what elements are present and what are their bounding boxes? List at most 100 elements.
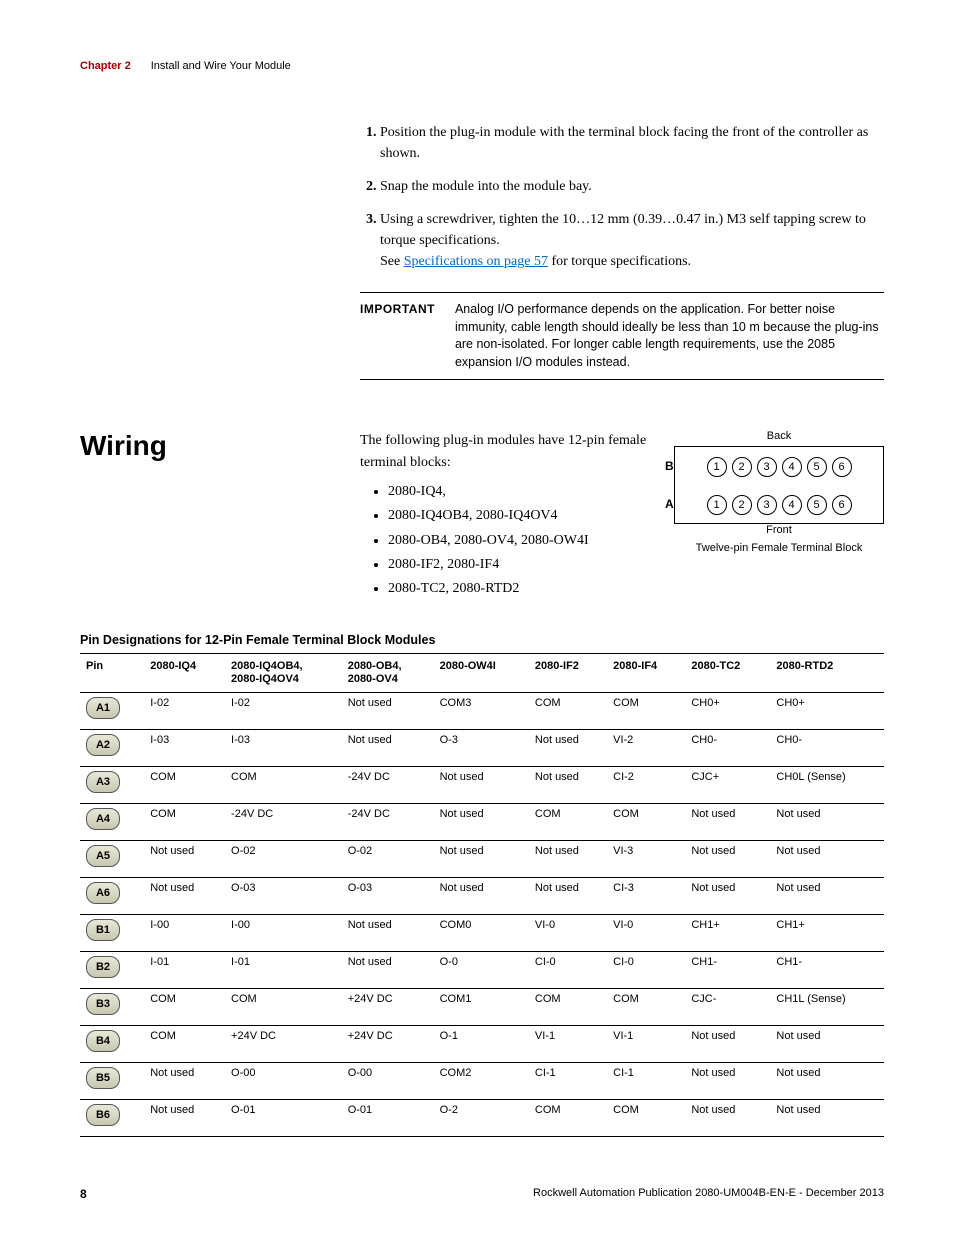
value-cell: CH1L (Sense) [770,989,884,1026]
pin-pill: B3 [86,993,120,1015]
value-cell: Not used [770,878,884,915]
value-cell: I-02 [144,693,225,730]
pin-circle: 6 [832,457,852,477]
value-cell: Not used [685,1026,770,1063]
value-cell: CI-0 [529,952,607,989]
pin-cell: B2 [80,952,144,989]
pin-cell: A5 [80,841,144,878]
table-header: 2080-IF4 [607,653,685,692]
value-cell: COM [607,693,685,730]
value-cell: Not used [685,1100,770,1137]
table-header: 2080-TC2 [685,653,770,692]
wiring-intro: The following plug-in modules have 12-pi… [360,430,654,475]
pin-cell: A1 [80,693,144,730]
value-cell: Not used [144,841,225,878]
table-header: 2080-IQ4OB4,2080-IQ4OV4 [225,653,342,692]
table-row: B6Not usedO-01O-01O-2COMCOMNot usedNot u… [80,1100,884,1137]
value-cell: CH1+ [770,915,884,952]
value-cell: Not used [144,878,225,915]
value-cell: -24V DC [342,804,434,841]
value-cell: COM [144,804,225,841]
pin-circle: 2 [732,495,752,515]
page-header: Chapter 2 Install and Wire Your Module [80,60,884,72]
pin-pill: B2 [86,956,120,978]
value-cell: VI-1 [607,1026,685,1063]
pin-circle: 3 [757,457,777,477]
value-cell: VI-0 [607,915,685,952]
value-cell: Not used [529,878,607,915]
value-cell: COM [225,989,342,1026]
table-header: 2080-IF2 [529,653,607,692]
value-cell: Not used [342,693,434,730]
value-cell: CH0+ [685,693,770,730]
value-cell: Not used [770,804,884,841]
table-header: 2080-RTD2 [770,653,884,692]
value-cell: COM [529,693,607,730]
pin-cell: B3 [80,989,144,1026]
pin-pill: A3 [86,771,120,793]
see-suffix: for torque specifications. [548,254,691,269]
pin-circle: 6 [832,495,852,515]
table-row: A5Not usedO-02O-02Not usedNot usedVI-3No… [80,841,884,878]
value-cell: CJC+ [685,767,770,804]
value-cell: COM [607,804,685,841]
list-item: 2080-TC2, 2080-RTD2 [388,578,654,600]
value-cell: CH1+ [685,915,770,952]
tb-back-label: Back [674,430,884,442]
pin-circle: 1 [707,457,727,477]
value-cell: CH1- [770,952,884,989]
value-cell: Not used [685,841,770,878]
value-cell: CI-3 [607,878,685,915]
value-cell: CH0- [770,730,884,767]
chapter-label: Chapter 2 [80,60,131,72]
value-cell: CI-1 [529,1063,607,1100]
list-item: 2080-IQ4OB4, 2080-IQ4OV4 [388,505,654,527]
row-label-b: B [665,459,674,473]
step-1: Position the plug-in module with the ter… [380,122,884,164]
value-cell: COM [144,1026,225,1063]
value-cell: Not used [144,1100,225,1137]
value-cell: O-01 [225,1100,342,1137]
value-cell: CJC- [685,989,770,1026]
value-cell: COM [144,767,225,804]
pin-pill: A2 [86,734,120,756]
value-cell: Not used [434,841,529,878]
see-prefix: See [380,254,404,269]
table-row: B4COM+24V DC+24V DCO-1VI-1VI-1Not usedNo… [80,1026,884,1063]
value-cell: Not used [342,730,434,767]
table-header: 2080-IQ4 [144,653,225,692]
instructions-block: Position the plug-in module with the ter… [360,122,884,272]
value-cell: COM3 [434,693,529,730]
value-cell: O-2 [434,1100,529,1137]
pin-circle: 5 [807,457,827,477]
value-cell: Not used [144,1063,225,1100]
value-cell: Not used [342,952,434,989]
pin-cell: A6 [80,878,144,915]
value-cell: O-00 [225,1063,342,1100]
wiring-heading: Wiring [80,430,340,603]
value-cell: COM1 [434,989,529,1026]
pin-circle: 4 [782,457,802,477]
value-cell: O-1 [434,1026,529,1063]
table-row: A1I-02I-02Not usedCOM3COMCOMCH0+CH0+ [80,693,884,730]
value-cell: O-02 [225,841,342,878]
page-footer: 8 Rockwell Automation Publication 2080-U… [80,1187,884,1201]
pin-pill: A6 [86,882,120,904]
value-cell: Not used [529,841,607,878]
value-cell: I-03 [225,730,342,767]
value-cell: O-0 [434,952,529,989]
pin-circle: 3 [757,495,777,515]
value-cell: I-02 [225,693,342,730]
table-row: B5Not usedO-00O-00COM2CI-1CI-1Not usedNo… [80,1063,884,1100]
value-cell: +24V DC [342,989,434,1026]
value-cell: Not used [434,878,529,915]
value-cell: +24V DC [225,1026,342,1063]
table-header: Pin [80,653,144,692]
specifications-link[interactable]: Specifications on page 57 [404,254,548,269]
pin-pill: A5 [86,845,120,867]
value-cell: Not used [685,878,770,915]
value-cell: COM [529,1100,607,1137]
table-header: 2080-OB4,2080-OV4 [342,653,434,692]
value-cell: Not used [342,915,434,952]
value-cell: Not used [770,841,884,878]
